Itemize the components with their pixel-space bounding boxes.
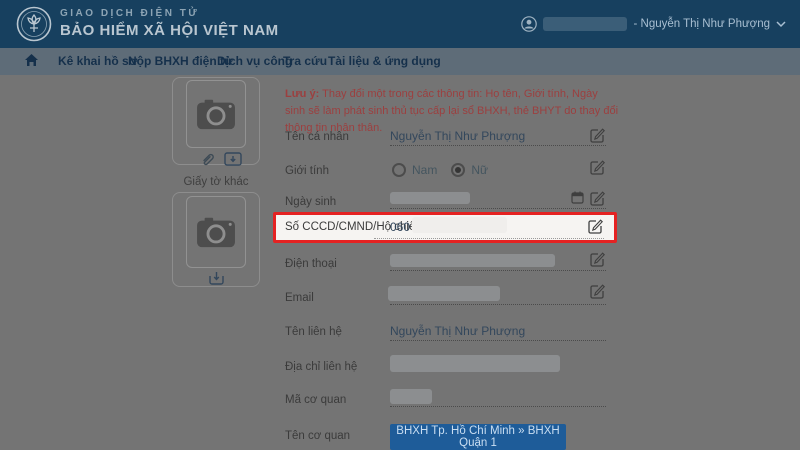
- app-subtitle: GIAO DỊCH ĐIỆN TỬ: [60, 8, 279, 19]
- field-label-email: Email: [285, 292, 314, 304]
- edit-ngay-sinh-icon[interactable]: [588, 189, 606, 207]
- attachment-actions-1: [200, 151, 242, 167]
- brand-block: GIAO DỊCH ĐIỆN TỬ BẢO HIỂM XÃ HỘI VIỆT N…: [60, 8, 279, 39]
- radio-nam-label: Nam: [412, 163, 437, 177]
- photo-placeholder-2[interactable]: [186, 196, 246, 268]
- nav-item-tai-lieu-ung-dung[interactable]: Tài liệu & ứng dụng: [328, 48, 441, 75]
- user-name: - Nguyễn Thị Như Phượng: [633, 18, 770, 30]
- radio-nu-label: Nữ: [471, 163, 488, 177]
- field-value-cccd: 060: [390, 220, 410, 234]
- field-value-ten-lien-he: Nguyễn Thị Như Phượng: [390, 324, 525, 338]
- field-label-dien-thoai: Điện thoại: [285, 258, 337, 270]
- photo-placeholder-1[interactable]: [186, 80, 246, 148]
- radio-nu[interactable]: [451, 163, 465, 177]
- dia-chi-redaction: [390, 355, 560, 372]
- radio-nam[interactable]: [392, 163, 406, 177]
- chevron-down-icon: [776, 21, 786, 28]
- edit-ten-ca-nhan-icon[interactable]: [588, 126, 606, 144]
- cccd-underline: [374, 238, 604, 239]
- image-add-icon[interactable]: [224, 151, 242, 167]
- ma-co-quan-redaction: [390, 389, 432, 404]
- notice-text: Thay đổi một trong các thông tin: Họ tên…: [285, 88, 618, 134]
- nav-item-tra-cuu[interactable]: Tra cứu: [283, 48, 327, 75]
- edit-gioi-tinh-icon[interactable]: [588, 158, 606, 176]
- page: GIAO DỊCH ĐIỆN TỬ BẢO HIỂM XÃ HỘI VIỆT N…: [0, 0, 800, 450]
- camera-icon: [195, 96, 237, 132]
- field-label-ten-co-quan: Tên cơ quan: [285, 430, 350, 442]
- user-id-redaction: [543, 17, 627, 31]
- home-icon[interactable]: [24, 53, 39, 68]
- app-header: GIAO DỊCH ĐIỆN TỬ BẢO HIỂM XÃ HỘI VIỆT N…: [0, 0, 800, 48]
- ngay-sinh-redaction: [390, 192, 470, 204]
- field-label-ten-ca-nhan: Tên cá nhân: [285, 131, 349, 143]
- nav-item-dich-vu-cong[interactable]: Dịch vụ công: [217, 48, 292, 75]
- attachment-actions-2: [208, 271, 225, 286]
- nav-item-ke-khai-ho-so[interactable]: Kê khai hồ sơ: [58, 48, 137, 75]
- edit-dien-thoai-icon[interactable]: [588, 250, 606, 268]
- edit-cccd-icon[interactable]: [586, 217, 604, 235]
- other-docs-label: Giấy tờ khác: [168, 176, 264, 188]
- dien-thoai-redaction: [390, 254, 555, 267]
- bhxh-logo-icon: [16, 6, 52, 42]
- camera-icon: [195, 214, 237, 250]
- edit-email-icon[interactable]: [588, 282, 606, 300]
- agency-button[interactable]: BHXH Tp. Hồ Chí Minh » BHXH Quận 1: [390, 424, 566, 450]
- email-redaction: [388, 286, 500, 301]
- calendar-icon[interactable]: [571, 191, 584, 204]
- field-value-ten-ca-nhan: Nguyễn Thị Như Phượng: [390, 129, 525, 143]
- cccd-redaction: [412, 217, 507, 233]
- user-menu[interactable]: - Nguyễn Thị Như Phượng: [521, 0, 786, 48]
- field-label-ngay-sinh: Ngày sinh: [285, 196, 336, 208]
- field-label-gioi-tinh: Giới tính: [285, 165, 329, 177]
- field-label-ma-co-quan: Mã cơ quan: [285, 394, 346, 406]
- user-icon: [521, 16, 537, 32]
- paperclip-icon[interactable]: [200, 151, 216, 167]
- app-title: BẢO HIỂM XÃ HỘI VIỆT NAM: [60, 22, 279, 39]
- field-label-ten-lien-he: Tên liên hệ: [285, 326, 342, 338]
- gender-radio-group: Nam Nữ: [392, 161, 502, 179]
- notice-prefix: Lưu ý:: [285, 88, 319, 100]
- main-nav: Kê khai hồ sơ Nộp BHXH điện tử Dịch vụ c…: [0, 48, 800, 75]
- field-label-dia-chi-lien-he: Địa chỉ liên hệ: [285, 361, 357, 373]
- download-icon[interactable]: [208, 271, 225, 286]
